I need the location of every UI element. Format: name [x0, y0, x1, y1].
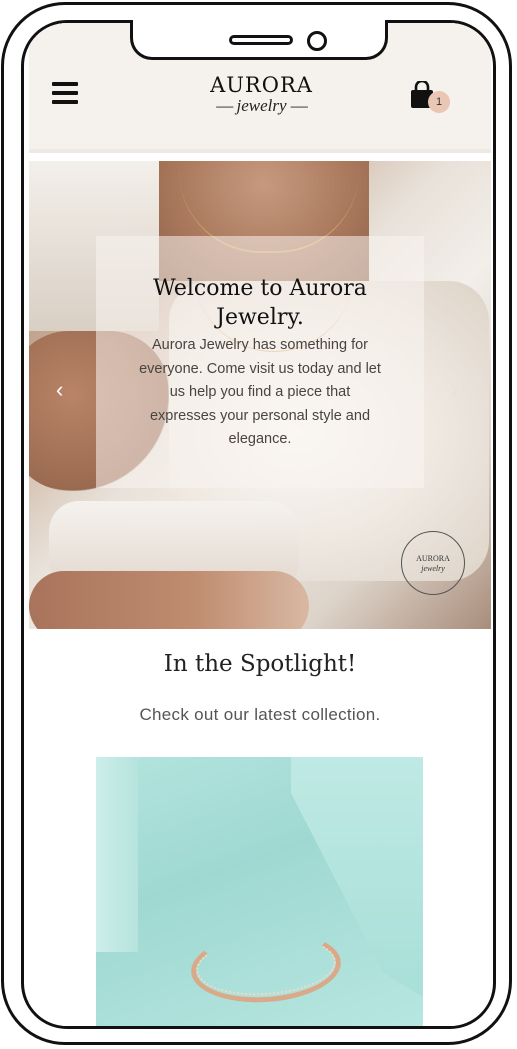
- phone-screen-bezel: AURORA — jewelry — 1 AURORA jewelry ‹ › …: [21, 20, 496, 1029]
- cart-count-badge: 1: [428, 91, 450, 113]
- brand-tagline: jewelry: [236, 96, 287, 115]
- phone-notch: [130, 20, 388, 60]
- screen: AURORA — jewelry — 1 AURORA jewelry ‹ › …: [29, 23, 491, 1026]
- brand-tagline-row: — jewelry —: [216, 96, 308, 115]
- cart-button[interactable]: 1: [409, 81, 450, 113]
- brand-name: AURORA: [210, 73, 313, 97]
- hamburger-icon[interactable]: [52, 82, 78, 106]
- spotlight-subtitle: Check out our latest collection.: [139, 705, 381, 724]
- carousel-next-icon[interactable]: ›: [451, 379, 458, 401]
- brand-stamp: AURORA jewelry: [401, 531, 465, 595]
- hero-title: Welcome to Aurora Jewelry.: [153, 276, 367, 330]
- brand-logo[interactable]: AURORA — jewelry —: [189, 73, 334, 115]
- hero-caption: Welcome to Aurora Jewelry. Aurora Jewelr…: [96, 236, 424, 488]
- hero-text: Aurora Jewelry has something for everyon…: [139, 337, 381, 447]
- camera-icon: [307, 31, 327, 51]
- hero-carousel: AURORA jewelry ‹ › Welcome to Aurora Jew…: [29, 161, 491, 629]
- carousel-prev-icon[interactable]: ‹: [56, 379, 63, 401]
- speaker-icon: [229, 35, 293, 45]
- spotlight-title: In the Spotlight!: [163, 651, 357, 677]
- product-card-image[interactable]: [96, 757, 423, 1026]
